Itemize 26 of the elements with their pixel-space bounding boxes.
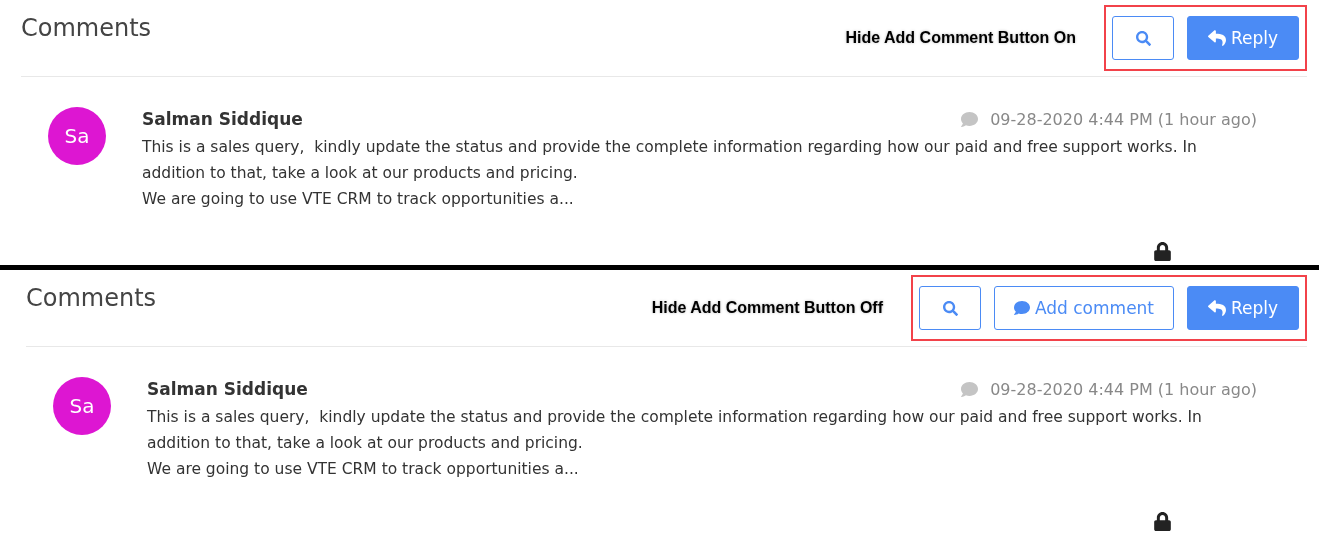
comment-time: 09-28-2020 4:44 PM (1 hour ago) bbox=[990, 379, 1257, 399]
author-name: Salman Siddique bbox=[147, 379, 308, 399]
add-comment-button[interactable]: Add comment bbox=[994, 286, 1174, 330]
annotation-label: Hide Add Comment Button Off bbox=[651, 299, 883, 317]
search-button[interactable] bbox=[1112, 16, 1174, 60]
avatar: Sa bbox=[48, 107, 106, 165]
comment-text: This is a sales query, kindly update the status and provide the complete information regarding how our paid and free support works. In addition to that, take a look at our products and pricing. We are going to use VTE CRM to track opportunities a... bbox=[142, 137, 1198, 210]
reply-icon bbox=[1207, 299, 1226, 317]
annotation-label: Hide Add Comment Button On bbox=[845, 29, 1076, 47]
comment-time: 09-28-2020 4:44 PM (1 hour ago) bbox=[990, 109, 1257, 129]
speech-bubble-icon bbox=[1013, 300, 1030, 316]
reply-button[interactable]: Reply bbox=[1187, 286, 1299, 330]
reply-button[interactable]: Reply bbox=[1187, 16, 1299, 60]
reply-icon bbox=[1207, 29, 1226, 47]
speech-bubble-icon bbox=[961, 380, 979, 398]
lock-icon bbox=[1153, 512, 1172, 531]
section-title: Comments bbox=[26, 284, 157, 312]
comment-text: This is a sales query, kindly update the status and provide the complete information regarding how our paid and free support works. In addition to that, take a look at our products and pricing. We are going to use VTE CRM to track opportunities a... bbox=[147, 407, 1203, 480]
search-icon bbox=[1135, 30, 1151, 46]
lock-icon bbox=[1153, 242, 1172, 261]
speech-bubble-icon bbox=[961, 110, 979, 128]
search-button[interactable] bbox=[919, 286, 981, 330]
author-name: Salman Siddique bbox=[142, 109, 303, 129]
search-icon bbox=[942, 300, 958, 316]
avatar: Sa bbox=[53, 377, 111, 435]
section-title: Comments bbox=[21, 14, 152, 42]
